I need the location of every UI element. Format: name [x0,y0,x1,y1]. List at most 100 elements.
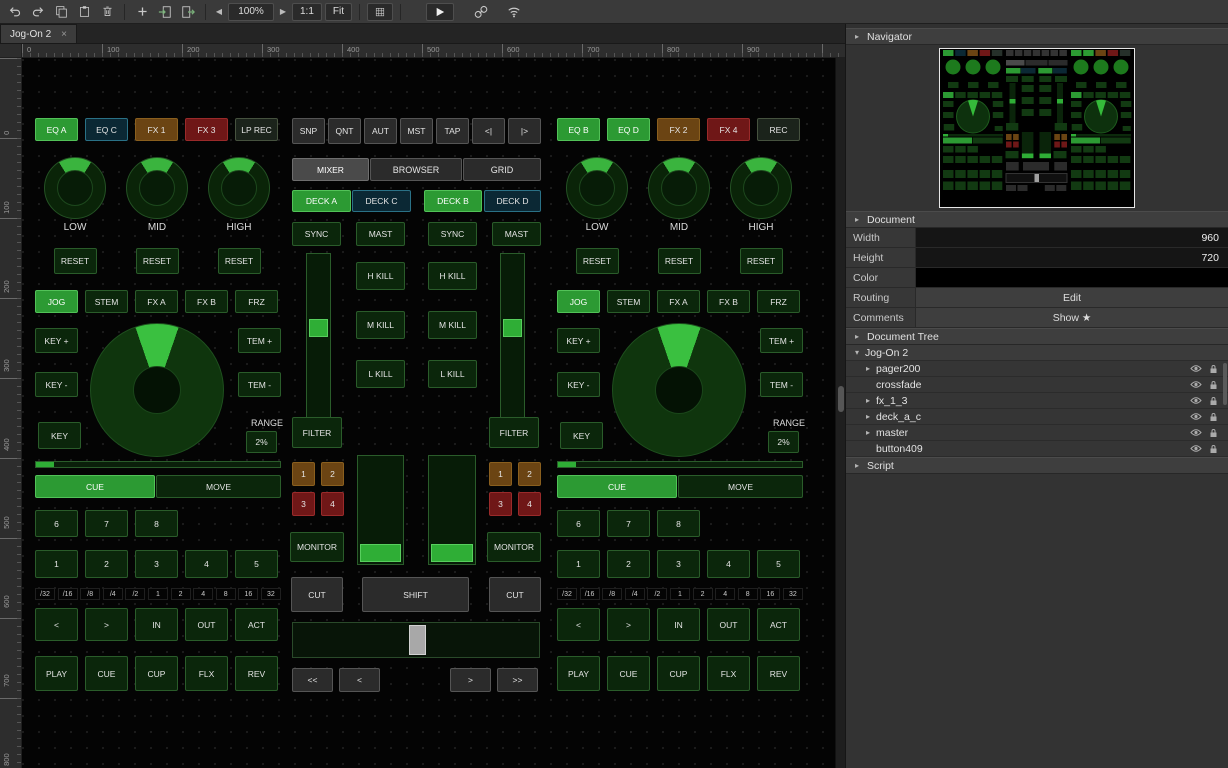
redo-button[interactable] [28,2,48,22]
canvas-scrollbar[interactable] [835,58,845,768]
hotcue-pad[interactable]: 3 [657,550,700,578]
volume-fader[interactable] [357,455,404,565]
visibility-eye-icon[interactable] [1190,396,1202,405]
hotcue-pad[interactable]: 1 [557,550,600,578]
grid-toggle-button[interactable] [367,3,393,21]
deck-tab-c[interactable]: DECK C [352,190,411,212]
expand-arrow-icon[interactable]: ▾ [853,348,861,357]
loop-nav-button[interactable]: < [35,608,78,641]
pitch-fader[interactable] [500,253,525,443]
visibility-eye-icon[interactable] [1190,364,1202,373]
zoom-level[interactable]: 100% [228,3,274,21]
fx-assign-button[interactable]: 1 [489,462,512,486]
mode-button[interactable]: FRZ [235,290,278,313]
hotcue-pad[interactable]: 3 [135,550,178,578]
hotcue-pad[interactable]: 5 [235,550,278,578]
hotcue-pad[interactable]: 5 [757,550,800,578]
visibility-eye-icon[interactable] [1190,428,1202,437]
loop-size-label[interactable]: /2 [647,588,667,600]
document-section-header[interactable]: ▸ Document [846,211,1228,228]
fader-handle[interactable] [503,319,522,337]
view-tab-browser[interactable]: BROWSER [370,158,462,181]
kill-button[interactable]: H KILL [356,262,405,290]
master-button[interactable]: AUT [364,118,397,144]
pad-button[interactable]: LP REC [235,118,278,141]
mode-button[interactable]: FX B [707,290,750,313]
transport-button[interactable]: CUE [85,656,128,691]
pad-button[interactable]: EQ C [85,118,128,141]
fader-handle[interactable] [360,544,401,562]
master-button[interactable]: TAP [436,118,469,144]
pad-button[interactable]: FX 3 [185,118,228,141]
loop-size-label[interactable]: /32 [35,588,55,600]
transport-button[interactable]: PLAY [557,656,600,691]
tree-item-root[interactable]: ▾ Jog-On 2 [846,345,1228,361]
import-button[interactable] [155,2,175,22]
link-icon[interactable] [471,2,491,22]
nudge-back-button[interactable]: < [339,668,380,692]
expand-arrow-icon[interactable]: ▸ [864,396,872,405]
pitch-fader[interactable] [306,253,331,443]
loop-size-label[interactable]: /32 [557,588,577,600]
add-button[interactable] [132,2,152,22]
tree-item[interactable]: ▸ pager200 [846,361,1228,377]
copy-button[interactable] [51,2,71,22]
master-assign-button[interactable]: MAST [356,222,405,246]
hotcue-pad[interactable]: 4 [707,550,750,578]
key-minus-button[interactable]: KEY - [35,372,78,397]
key-button[interactable]: KEY [38,422,81,449]
master-button[interactable]: MST [400,118,433,144]
eq-knob[interactable] [126,157,188,219]
jog-wheel[interactable] [90,323,224,457]
cue-mode-button[interactable]: CUE [35,475,155,498]
loop-nav-button[interactable]: > [607,608,650,641]
reset-button[interactable]: RESET [658,248,701,274]
loop-size-label[interactable]: /8 [602,588,622,600]
loop-size-label[interactable]: 2 [171,588,191,600]
reset-button[interactable]: RESET [136,248,179,274]
transport-button[interactable]: CUP [135,656,178,691]
loop-nav-button[interactable]: ACT [235,608,278,641]
mode-button[interactable]: FX A [657,290,700,313]
range-value[interactable]: 2% [768,431,799,453]
key-button[interactable]: KEY [560,422,603,449]
deck-tab-d[interactable]: DECK D [484,190,541,212]
monitor-button[interactable]: MONITOR [487,532,541,562]
move-mode-button[interactable]: MOVE [678,475,803,498]
hotcue-pad[interactable]: 6 [35,510,78,537]
tempo-minus-button[interactable]: TEM - [760,372,803,397]
export-button[interactable] [178,2,198,22]
loop-size-label[interactable]: 1 [670,588,690,600]
fx-assign-button[interactable]: 3 [292,492,315,516]
pad-button[interactable]: FX 1 [135,118,178,141]
loop-size-label[interactable]: /8 [80,588,100,600]
cue-mode-button[interactable]: CUE [557,475,677,498]
navigator-thumbnail[interactable] [939,48,1135,208]
hotcue-pad[interactable]: 7 [607,510,650,537]
scrollbar-thumb[interactable] [838,386,844,412]
fx-assign-button[interactable]: 1 [292,462,315,486]
mode-button[interactable]: STEM [85,290,128,313]
mode-button[interactable]: FX B [185,290,228,313]
master-button[interactable]: |> [508,118,541,144]
hotcue-pad[interactable]: 2 [607,550,650,578]
cut-button[interactable]: CUT [291,577,343,612]
loop-size-label[interactable]: 32 [783,588,803,600]
transport-button[interactable]: PLAY [35,656,78,691]
tree-scrollbar-thumb[interactable] [1223,363,1227,405]
tempo-plus-button[interactable]: TEM + [238,328,281,353]
sync-button[interactable]: SYNC [428,222,477,246]
reset-button[interactable]: RESET [218,248,261,274]
kill-button[interactable]: M KILL [356,311,405,339]
reset-button[interactable]: RESET [576,248,619,274]
fx-assign-button[interactable]: 4 [518,492,541,516]
filter-button[interactable]: FILTER [489,417,539,448]
eq-knob[interactable] [730,157,792,219]
lock-icon[interactable] [1209,444,1218,454]
filter-button[interactable]: FILTER [292,417,342,448]
tree-item[interactable]: ▸ deck_a_c [846,409,1228,425]
mode-button[interactable]: JOG [35,290,78,313]
pad-button[interactable]: EQ D [607,118,650,141]
tab-close-icon[interactable]: × [61,29,67,40]
transport-button[interactable]: REV [757,656,800,691]
